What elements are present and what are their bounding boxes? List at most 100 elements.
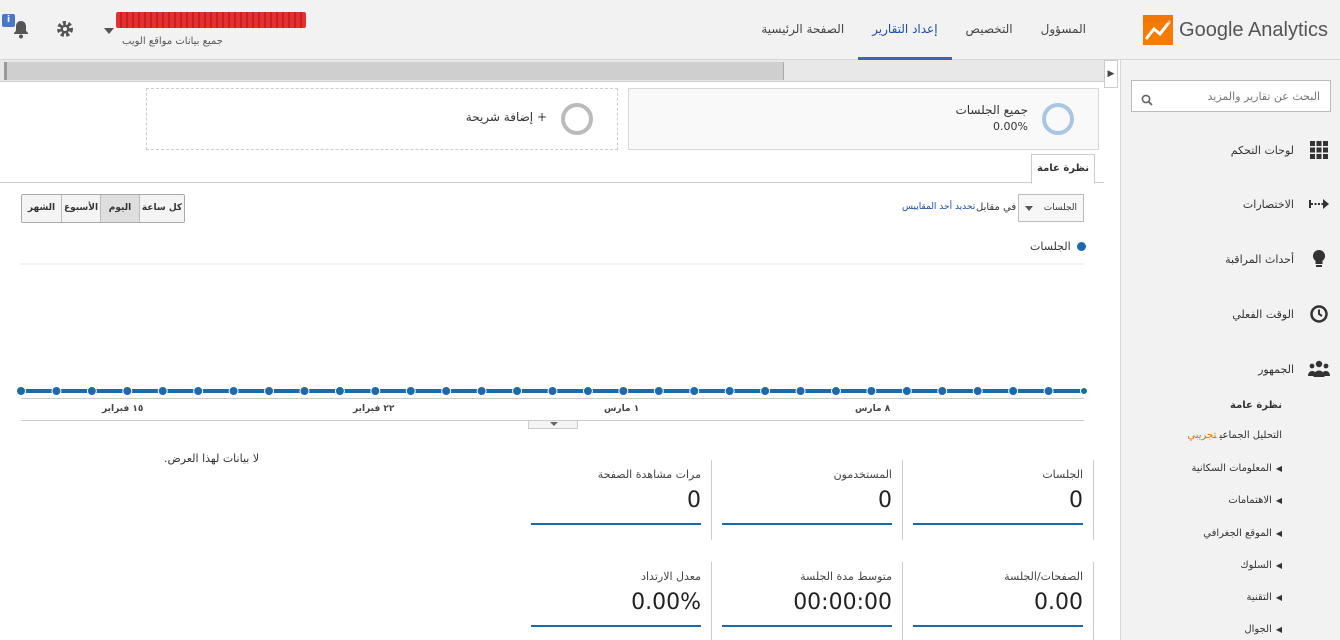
stat-bounce-rate[interactable]: معدل الارتداد 0.00% [522, 562, 712, 640]
geo-link[interactable]: ◀الموقع الجغرافي [1203, 528, 1282, 539]
expand-arrow-icon: ◀ [1275, 464, 1282, 473]
select-metric-link[interactable]: تحديد أحد المقاييس [902, 202, 975, 212]
data-point[interactable] [689, 386, 700, 396]
nav-admin[interactable]: المسؤول [1027, 0, 1100, 60]
report-content: ▶ جميع الجلسات 0.00% + إضافة شريحة نظرة … [0, 60, 1120, 640]
lightbulb-icon [1308, 248, 1330, 270]
audience-overview-link[interactable]: نظرة عامة [1230, 400, 1282, 411]
sidebar-item-shortcuts[interactable]: الاختصارات [1243, 190, 1330, 218]
interests-link[interactable]: ◀الاهتمامات [1228, 495, 1282, 506]
month-button[interactable]: الشهر [22, 195, 61, 222]
segment-all-sessions[interactable]: جميع الجلسات 0.00% [628, 88, 1099, 150]
account-dropdown-chevron-icon[interactable] [104, 28, 114, 34]
data-point[interactable] [16, 386, 26, 396]
no-data-message: لا بيانات لهذا العرض. [164, 452, 260, 465]
data-point[interactable] [299, 386, 310, 396]
sessions-line-chart[interactable] [0, 258, 1104, 418]
stat-value: 00:00:00 [793, 590, 892, 615]
legend-dot-icon [1076, 242, 1086, 251]
data-point[interactable] [1080, 387, 1088, 395]
data-point[interactable] [405, 386, 416, 396]
data-point[interactable] [724, 386, 735, 396]
data-point[interactable] [653, 386, 664, 396]
stat-sparkline [913, 625, 1083, 627]
stat-label: متوسط مدة الجلسة [800, 570, 892, 583]
data-point[interactable] [866, 386, 877, 396]
segment-ring-icon [1042, 103, 1074, 135]
metric-dropdown[interactable]: الجلسات [1018, 194, 1084, 222]
sidebar-item-label: لوحات التحكم [1230, 143, 1294, 157]
data-point[interactable] [264, 386, 275, 396]
stat-pages-per-session[interactable]: الصفحات/الجلسة 0.00 [904, 562, 1094, 640]
stat-label: معدل الارتداد [641, 570, 701, 583]
data-point[interactable] [476, 386, 487, 396]
top-navigation: الصفحة الرئيسية إعداد التقارير التخصيص ا… [747, 0, 1100, 60]
analytics-app: i جميع بيانات مواقع الويب الصفحة الرئيسي… [0, 0, 1340, 640]
sidebar-item-audience[interactable]: الجمهور [1258, 355, 1330, 383]
account-view-name: جميع بيانات مواقع الويب [122, 36, 223, 47]
mobile-link[interactable]: ◀الجوال [1244, 624, 1282, 635]
collapse-sidebar-arrow-icon[interactable]: ▶ [1104, 60, 1118, 88]
horizontal-scrollbar[interactable] [0, 60, 1104, 82]
data-point[interactable] [1008, 386, 1019, 396]
google-analytics-logo[interactable]: Google Analytics [1143, 14, 1328, 46]
stat-sparkline [531, 625, 701, 627]
data-point[interactable] [512, 386, 523, 396]
beta-badge: تجريبي [1187, 430, 1217, 441]
nav-customization[interactable]: التخصيص [952, 0, 1027, 60]
data-point[interactable] [228, 386, 239, 396]
nav-reporting[interactable]: إعداد التقارير [858, 0, 952, 60]
data-point[interactable] [86, 386, 97, 396]
data-point[interactable] [618, 386, 629, 396]
shortcut-arrow-icon [1308, 193, 1330, 215]
data-point[interactable] [901, 386, 912, 396]
stat-value: 0.00 [1034, 590, 1083, 615]
chart-resize-handle[interactable] [528, 421, 578, 429]
stat-pageviews[interactable]: مرات مشاهدة الصفحة 0 [522, 460, 712, 540]
scrollbar-thumb[interactable] [4, 62, 784, 80]
sidebar-item-intelligence-events[interactable]: أحداث المراقبة [1225, 245, 1330, 273]
expand-arrow-icon: ◀ [1275, 496, 1282, 505]
nav-home[interactable]: الصفحة الرئيسية [747, 0, 858, 60]
data-point[interactable] [370, 386, 381, 396]
cohort-analysis-link[interactable]: التحليل الجماعيتجريبي [1187, 430, 1282, 441]
data-point[interactable] [830, 386, 841, 396]
search-icon[interactable] [1141, 91, 1153, 106]
tab-overview[interactable]: نظرة عامة [1031, 154, 1095, 184]
account-selector[interactable]: جميع بيانات مواقع الويب [100, 12, 310, 52]
settings-gear-icon[interactable] [54, 18, 76, 40]
sidebar-item-label: الجمهور [1258, 362, 1294, 376]
add-segment-button[interactable]: + إضافة شريحة [146, 88, 618, 150]
technology-link[interactable]: ◀التقنية [1247, 592, 1282, 603]
behavior-link[interactable]: ◀السلوك [1240, 560, 1282, 571]
data-point[interactable] [547, 386, 558, 396]
data-point[interactable] [795, 386, 806, 396]
legend-series-label: الجلسات [1030, 240, 1071, 253]
data-point[interactable] [760, 386, 771, 396]
sidebar-item-label: الاختصارات [1242, 197, 1294, 211]
hourly-button[interactable]: كل ساعة [139, 195, 184, 222]
stat-users[interactable]: المستخدمون 0 [713, 460, 903, 540]
data-point[interactable] [441, 386, 452, 396]
sidebar-item-dashboards[interactable]: لوحات التحكم [1231, 136, 1330, 164]
sidebar-item-real-time[interactable]: الوقت الفعلي [1232, 300, 1330, 328]
data-point[interactable] [334, 386, 345, 396]
stat-avg-session-duration[interactable]: متوسط مدة الجلسة 00:00:00 [713, 562, 903, 640]
stat-sparkline [913, 523, 1083, 525]
day-button[interactable]: اليوم [100, 195, 139, 222]
demographics-link[interactable]: ◀المعلومات السكانية [1191, 463, 1282, 474]
data-point[interactable] [193, 386, 204, 396]
data-point[interactable] [1043, 386, 1054, 396]
chevron-down-icon [1025, 205, 1033, 211]
data-point[interactable] [157, 386, 168, 396]
report-search-input[interactable] [1131, 80, 1331, 112]
week-button[interactable]: الأسبوع [61, 195, 100, 222]
data-point[interactable] [122, 386, 133, 396]
data-point[interactable] [51, 386, 62, 396]
data-point[interactable] [582, 386, 593, 396]
notifications-bell-icon[interactable] [10, 18, 32, 40]
data-point[interactable] [972, 386, 983, 396]
data-point[interactable] [937, 386, 948, 396]
stat-sessions[interactable]: الجلسات 0 [904, 460, 1094, 540]
stat-value: 0.00% [631, 590, 701, 615]
